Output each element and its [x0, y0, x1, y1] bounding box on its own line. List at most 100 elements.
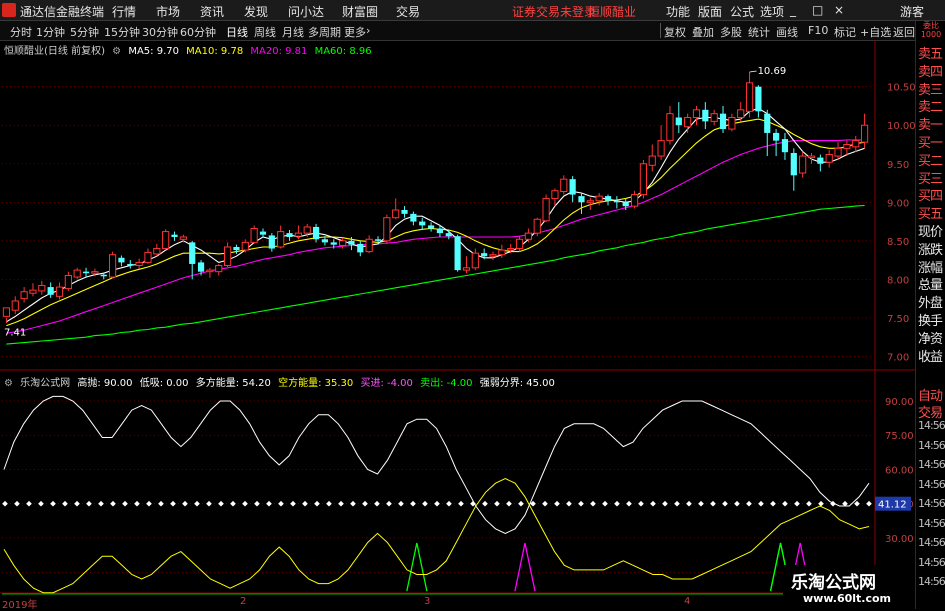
price-tick-7: 10.50 — [887, 83, 915, 94]
gaopao-label: 高抛: 90.00 — [77, 378, 133, 389]
side-time-2: 14:56 — [918, 458, 945, 471]
threshold-dot — [110, 500, 116, 507]
candle-body-56 — [498, 249, 506, 256]
threshold-dot — [758, 500, 764, 507]
candle-body-67 — [595, 195, 603, 202]
side-ratio-header: 委比 1000 — [916, 21, 945, 41]
candle-body-64 — [569, 179, 576, 195]
high-price-label: 10.69 — [758, 66, 787, 77]
ma10-label: MA10: 9.78 — [186, 46, 244, 57]
threshold-dot — [74, 500, 80, 507]
chart-canvas[interactable]: 7.00 7.50 8.00 8.50 9.00 9.50 10.00 10.50 10.69 7… — [0, 0, 915, 596]
candle-body-97 — [860, 124, 869, 143]
candle-body-7 — [64, 275, 72, 290]
threshold-dot — [194, 500, 200, 507]
indicator-name: 乐淘公式网 — [20, 378, 71, 389]
candle-body-61 — [542, 197, 550, 222]
candle-body-87 — [773, 132, 780, 141]
settings-icon[interactable]: ⚙ — [112, 46, 121, 57]
candle-body-83 — [737, 109, 745, 119]
side-time-6: 14:56 — [918, 536, 945, 549]
ma60-label: MA60: 8.96 — [314, 46, 372, 57]
threshold-dot — [2, 500, 8, 507]
candle-body-74 — [657, 140, 665, 157]
side-time-3: 14:56 — [918, 477, 945, 491]
candle-body-10 — [91, 271, 99, 274]
threshold-dot — [350, 500, 356, 507]
side-item-3: 卖二 — [918, 100, 943, 116]
threshold-dot — [50, 500, 56, 507]
threshold-dot — [206, 500, 212, 507]
candle-body-78 — [692, 109, 701, 119]
threshold-dot — [362, 500, 368, 507]
threshold-dot — [62, 500, 68, 507]
candle-body-69 — [613, 200, 620, 203]
candle-body-68 — [604, 196, 612, 201]
candle-body-80 — [710, 113, 718, 122]
threshold-dot — [650, 500, 656, 507]
ind-tick-5: 90.00 — [885, 397, 914, 408]
candle-body-54 — [481, 253, 488, 257]
candle-body-20 — [179, 236, 187, 240]
side-time-0: 14:56 — [918, 419, 945, 432]
threshold-dot — [614, 500, 620, 507]
ind-tick-1: 30.00 — [885, 534, 914, 545]
candle-body-66 — [586, 200, 594, 203]
candle-body-60 — [533, 218, 541, 234]
ind-tick-4: 75.00 — [885, 431, 914, 442]
side-item-1: 卖四 — [918, 64, 943, 80]
threshold-dot — [254, 500, 260, 507]
stock-name-label: 恒顺醋业(日线 前复权) — [4, 46, 105, 57]
threshold-dot — [134, 500, 140, 507]
side-item-0: 卖五 — [918, 47, 943, 62]
mairu-label: 买进: -4.00 — [360, 378, 413, 389]
candle-body-89 — [790, 152, 797, 176]
threshold-dot — [494, 500, 500, 507]
candle-body-93 — [825, 154, 833, 163]
candle-body-49 — [436, 228, 444, 234]
candle-body-62 — [551, 190, 559, 199]
threshold-dot — [242, 500, 248, 507]
candle-body-31 — [277, 231, 285, 248]
threshold-dot — [854, 500, 860, 507]
candle-body-19 — [171, 234, 178, 237]
candle-body-43 — [383, 217, 391, 242]
candle-body-73 — [648, 155, 656, 166]
side-item-11: 涨跌 — [918, 242, 943, 258]
threshold-dot — [458, 500, 464, 507]
candle-body-15 — [135, 261, 143, 266]
threshold-dot — [158, 500, 164, 507]
side-time-7: 14:56 — [918, 555, 945, 569]
side-item-15: 换手 — [918, 314, 943, 329]
threshold-dot — [566, 500, 572, 507]
ma5-line — [6, 107, 865, 323]
ind-tick-3: 60.00 — [885, 465, 914, 476]
kongfang-label: 空方能量: 35.30 — [278, 378, 354, 389]
candle-body-39 — [348, 240, 355, 245]
high-marker — [749, 70, 757, 73]
candle-body-32 — [286, 233, 293, 237]
threshold-dot — [410, 500, 416, 507]
side-time-5: 14:56 — [918, 516, 945, 530]
candle-body-33 — [294, 232, 302, 237]
date-label-apr: 4 — [684, 596, 691, 607]
threshold-dot — [326, 500, 332, 507]
candle-body-84 — [745, 82, 754, 112]
candle-body-86 — [764, 113, 771, 133]
side-item-5: 买一 — [918, 136, 943, 151]
threshold-dot — [290, 500, 296, 507]
candle-body-26 — [233, 246, 240, 251]
candle-body-40 — [357, 243, 364, 253]
threshold-dot — [722, 500, 728, 507]
threshold-dot — [770, 500, 776, 507]
indicator-settings-icon[interactable]: ⚙ — [4, 378, 13, 389]
watermark-url: www.60lt.com — [803, 592, 892, 605]
sell-spike-0 — [514, 542, 536, 592]
candle-body-28 — [250, 227, 258, 243]
candle-body-18 — [162, 231, 170, 250]
candle-body-95 — [843, 143, 851, 149]
side-item-13: 总量 — [918, 278, 943, 294]
threshold-dot — [482, 500, 488, 507]
candle-body-96 — [852, 140, 860, 148]
dixi-label: 低吸: 0.00 — [139, 378, 189, 389]
